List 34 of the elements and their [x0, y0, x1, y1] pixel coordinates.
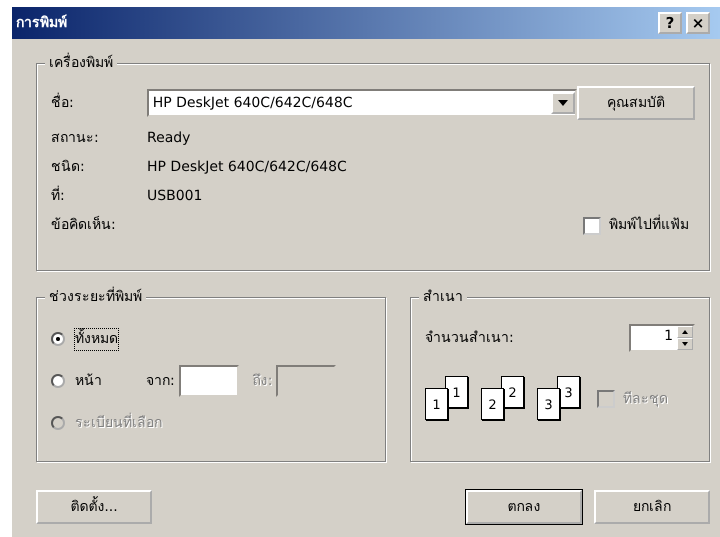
field-label: ถึง:: [252, 372, 272, 390]
window-title: การพิมพ์: [16, 14, 67, 32]
checkbox-label: ทีละชุด: [623, 390, 668, 409]
info-value: HP DeskJet 640C/642C/648C: [147, 158, 347, 177]
checkbox[interactable]: [583, 216, 601, 234]
spin-up-icon[interactable]: [677, 326, 693, 338]
page-sheet: 2: [481, 388, 504, 420]
printer-dropdown[interactable]: HP DeskJet 640C/642C/648C: [146, 89, 578, 117]
field-label: จาก:: [146, 372, 175, 390]
page-sheet: 3: [537, 388, 560, 420]
info-value: Ready: [147, 129, 190, 148]
dialog-button[interactable]: ตกลง: [466, 490, 582, 524]
dialog-button[interactable]: ยกเลิก: [594, 490, 710, 524]
info-label: ชนิด:: [51, 158, 86, 177]
info-label: ที่:: [51, 186, 147, 207]
spin-down-icon[interactable]: [677, 338, 693, 350]
copies-spinner[interactable]: 1: [629, 324, 695, 352]
radio-label: หน้า: [75, 372, 102, 390]
radio-label: ทั้งหมด: [75, 328, 118, 350]
copies-count-label: จำนวนสำเนา:: [425, 328, 514, 348]
radio-button[interactable]: [51, 332, 65, 346]
close-button[interactable]: ×: [686, 12, 710, 34]
info-label: สถานะ:: [51, 129, 100, 148]
radio-label: ระเบียนที่เลือก: [75, 412, 162, 432]
info-value: USB001: [147, 187, 202, 206]
dialog-button[interactable]: ติดตั้ง...: [36, 490, 152, 524]
from-page-field[interactable]: [178, 365, 239, 397]
help-button[interactable]: ?: [658, 12, 682, 34]
page-sheet: 1: [425, 388, 448, 420]
name-label: ชื่อ:: [51, 92, 75, 112]
info-label: ข้อคิดเห็น:: [51, 215, 117, 235]
properties-button[interactable]: คุณสมบัติ: [577, 86, 695, 120]
checkbox-label: พิมพ์ไปที่แฟ้ม: [609, 215, 689, 236]
radio-button[interactable]: [51, 374, 65, 388]
